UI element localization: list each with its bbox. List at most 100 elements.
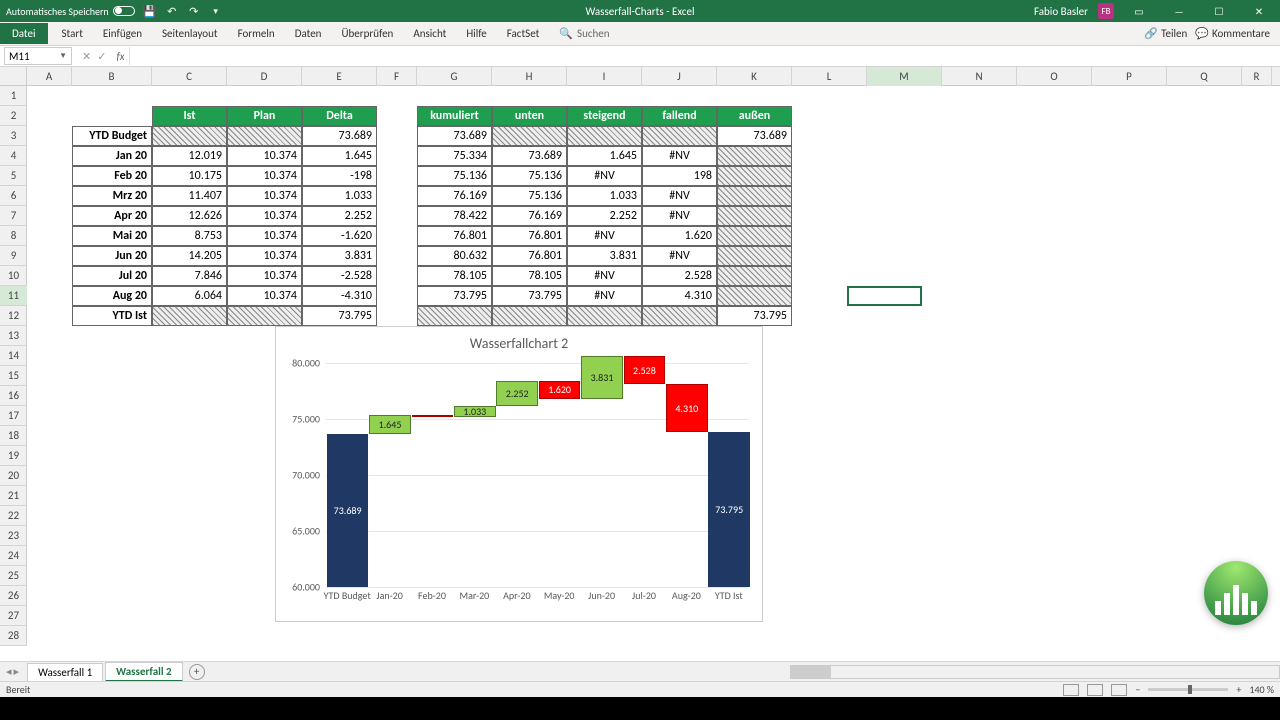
cell-B8[interactable]: Mai 20 [72, 226, 152, 246]
row-header-4[interactable]: 4 [0, 146, 27, 166]
cell-C12[interactable] [152, 306, 227, 326]
cell-J8[interactable]: 1.620 [642, 226, 717, 246]
row-header-1[interactable]: 1 [0, 86, 27, 106]
cell-D10[interactable]: 10.374 [227, 266, 302, 286]
row-header-19[interactable]: 19 [0, 446, 27, 466]
tab-file[interactable]: Datei [0, 23, 48, 44]
tab-formulas[interactable]: Formeln [228, 23, 285, 44]
row-header-13[interactable]: 13 [0, 326, 27, 346]
cell-J5[interactable]: 198 [642, 166, 717, 186]
col-header-B[interactable]: B [72, 67, 152, 86]
tab-insert[interactable]: Einfügen [93, 23, 152, 44]
row-header-16[interactable]: 16 [0, 386, 27, 406]
row-header-9[interactable]: 9 [0, 246, 27, 266]
tab-factset[interactable]: FactSet [497, 23, 550, 44]
cell-D3[interactable] [227, 126, 302, 146]
cell-G8[interactable]: 76.801 [417, 226, 492, 246]
cell-I5[interactable]: #NV [567, 166, 642, 186]
cell-C11[interactable]: 6.064 [152, 286, 227, 306]
row-header-12[interactable]: 12 [0, 306, 27, 326]
cell-H10[interactable]: 78.105 [492, 266, 567, 286]
row-header-10[interactable]: 10 [0, 266, 27, 286]
cell-G2[interactable]: kumuliert [417, 106, 492, 126]
tab-pagelayout[interactable]: Seitenlayout [152, 23, 228, 44]
cell-D7[interactable]: 10.374 [227, 206, 302, 226]
cell-E11[interactable]: -4.310 [302, 286, 377, 306]
cell-D11[interactable]: 10.374 [227, 286, 302, 306]
tab-help[interactable]: Hilfe [456, 23, 496, 44]
cell-B4[interactable]: Jan 20 [72, 146, 152, 166]
cell-I7[interactable]: 2.252 [567, 206, 642, 226]
row-header-14[interactable]: 14 [0, 346, 27, 366]
cell-G9[interactable]: 80.632 [417, 246, 492, 266]
col-header-N[interactable]: N [942, 67, 1017, 86]
cell-C4[interactable]: 12.019 [152, 146, 227, 166]
col-header-P[interactable]: P [1092, 67, 1167, 86]
cell-H7[interactable]: 76.169 [492, 206, 567, 226]
cell-D6[interactable]: 10.374 [227, 186, 302, 206]
cell-H2[interactable]: unten [492, 106, 567, 126]
formula-input[interactable] [129, 47, 1280, 65]
cell-I10[interactable]: #NV [567, 266, 642, 286]
cell-H6[interactable]: 75.136 [492, 186, 567, 206]
row-header-5[interactable]: 5 [0, 166, 27, 186]
cell-J6[interactable]: #NV [642, 186, 717, 206]
col-header-A[interactable]: A [27, 67, 72, 86]
col-header-I[interactable]: I [567, 67, 642, 86]
cell-H8[interactable]: 76.801 [492, 226, 567, 246]
search-box[interactable]: 🔍 Suchen [559, 27, 609, 40]
row-header-20[interactable]: 20 [0, 466, 27, 486]
cell-E10[interactable]: -2.528 [302, 266, 377, 286]
row-header-3[interactable]: 3 [0, 126, 27, 146]
cell-D12[interactable] [227, 306, 302, 326]
undo-icon[interactable]: ↶ [165, 4, 179, 18]
cell-H3[interactable] [492, 126, 567, 146]
cell-G7[interactable]: 78.422 [417, 206, 492, 226]
cell-E8[interactable]: -1.620 [302, 226, 377, 246]
cell-C5[interactable]: 10.175 [152, 166, 227, 186]
row-header-22[interactable]: 22 [0, 506, 27, 526]
cell-E4[interactable]: 1.645 [302, 146, 377, 166]
row-header-26[interactable]: 26 [0, 586, 27, 606]
row-header-15[interactable]: 15 [0, 366, 27, 386]
cell-B10[interactable]: Jul 20 [72, 266, 152, 286]
cell-G12[interactable] [417, 306, 492, 326]
cell-K6[interactable] [717, 186, 792, 206]
maximize-icon[interactable]: ☐ [1204, 2, 1234, 20]
tab-data[interactable]: Daten [285, 23, 332, 44]
cell-B12[interactable]: YTD Ist [72, 306, 152, 326]
cell-H11[interactable]: 73.795 [492, 286, 567, 306]
sheet-tab-2[interactable]: Wasserfall 2 [105, 662, 182, 682]
cell-D4[interactable]: 10.374 [227, 146, 302, 166]
cell-I11[interactable]: #NV [567, 286, 642, 306]
cell-I6[interactable]: 1.033 [567, 186, 642, 206]
cell-J4[interactable]: #NV [642, 146, 717, 166]
cell-I2[interactable]: steigend [567, 106, 642, 126]
row-header-6[interactable]: 6 [0, 186, 27, 206]
cell-D5[interactable]: 10.374 [227, 166, 302, 186]
col-header-F[interactable]: F [377, 67, 417, 86]
row-header-8[interactable]: 8 [0, 226, 27, 246]
col-header-R[interactable]: R [1242, 67, 1272, 86]
cell-D2[interactable]: Plan [227, 106, 302, 126]
cell-J10[interactable]: 2.528 [642, 266, 717, 286]
row-header-11[interactable]: 11 [0, 286, 27, 306]
cell-C6[interactable]: 11.407 [152, 186, 227, 206]
cell-C7[interactable]: 12.626 [152, 206, 227, 226]
view-pagebreak-icon[interactable] [1111, 684, 1127, 696]
zoom-level[interactable]: 140 % [1249, 683, 1274, 696]
redo-icon[interactable]: ↷ [187, 4, 201, 18]
col-header-H[interactable]: H [492, 67, 567, 86]
row-header-25[interactable]: 25 [0, 566, 27, 586]
minimize-icon[interactable]: — [1164, 2, 1194, 20]
name-box[interactable]: M11 ▼ [4, 47, 72, 65]
row-header-24[interactable]: 24 [0, 546, 27, 566]
cell-G3[interactable]: 73.689 [417, 126, 492, 146]
cell-I9[interactable]: 3.831 [567, 246, 642, 266]
cell-K2[interactable]: außen [717, 106, 792, 126]
cell-H4[interactable]: 73.689 [492, 146, 567, 166]
cell-E2[interactable]: Delta [302, 106, 377, 126]
cell-B11[interactable]: Aug 20 [72, 286, 152, 306]
cell-J7[interactable]: #NV [642, 206, 717, 226]
col-header-J[interactable]: J [642, 67, 717, 86]
